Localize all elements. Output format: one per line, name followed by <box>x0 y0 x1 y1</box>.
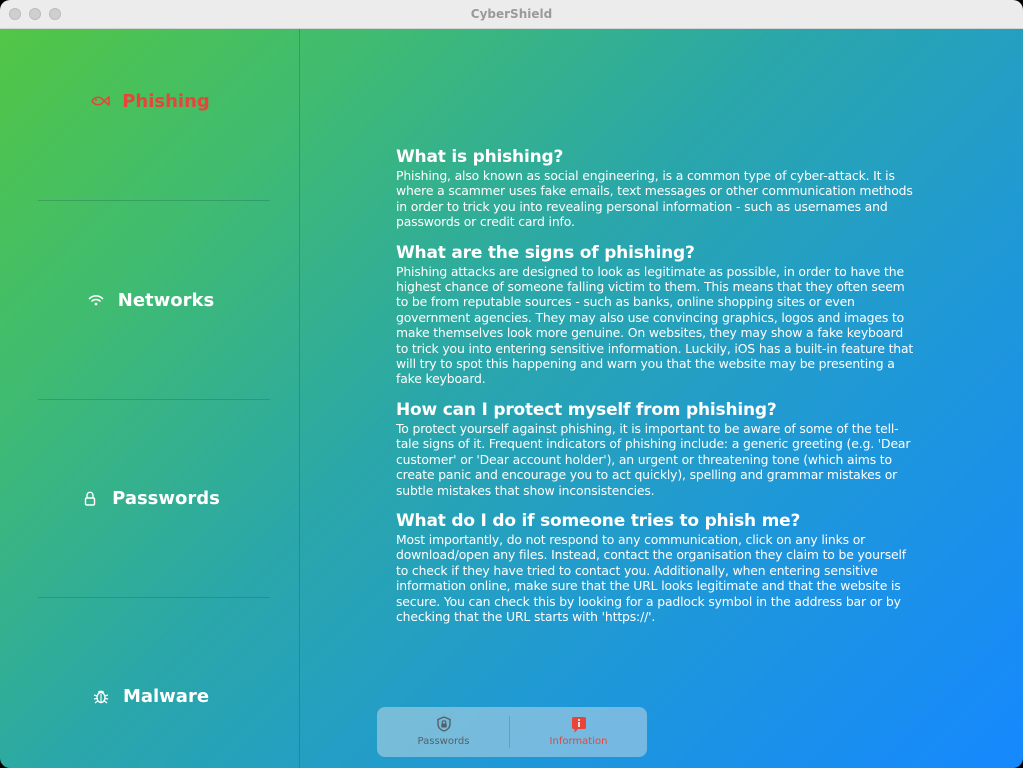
tab-label: Passwords <box>417 736 470 747</box>
tab-bar: Passwords Information <box>377 707 647 757</box>
tab-passwords[interactable]: Passwords <box>377 707 510 757</box>
window-title: CyberShield <box>470 7 553 21</box>
sidebar-item-networks[interactable]: Networks <box>0 280 300 320</box>
title-bar: CyberShield <box>0 0 1023 29</box>
section-body: Most importantly, do not respond to any … <box>396 531 907 624</box>
lock-icon <box>80 488 100 508</box>
sidebar-item-label: Malware <box>122 685 210 707</box>
section-body: Phishing, also known as social engineeri… <box>396 168 913 230</box>
section-heading: What are the signs of phishing? <box>396 242 695 263</box>
sidebar-divider <box>38 200 270 201</box>
section-heading: What is phishing? <box>396 147 564 167</box>
section-heading: What do I do if someone tries to phish m… <box>396 510 801 531</box>
lock-shield-icon <box>377 716 510 732</box>
sidebar-item-passwords[interactable]: Passwords <box>0 478 300 518</box>
phishing-article: What is phishing? Phishing, also known a… <box>396 147 916 637</box>
tab-information[interactable]: Information <box>512 707 645 757</box>
wifi-icon <box>86 290 106 310</box>
sidebar-divider <box>38 399 270 400</box>
sidebar-item-label: Phishing <box>122 90 210 112</box>
sidebar-divider <box>38 597 270 598</box>
app-window: CyberShield Phishing Networks Passwords … <box>0 0 1023 768</box>
main-content: Phishing Networks Passwords Malware What… <box>0 29 1023 768</box>
tab-label: Information <box>549 736 608 747</box>
sidebar-item-label: Networks <box>117 289 215 311</box>
fish-icon <box>90 91 111 111</box>
bug-icon <box>91 686 111 706</box>
info-bubble-icon <box>512 716 645 734</box>
sidebar-item-malware[interactable]: Malware <box>0 676 300 716</box>
section-heading: How can I protect myself from phishing? <box>396 399 777 420</box>
tab-separator <box>509 716 510 748</box>
sidebar: Phishing Networks Passwords Malware <box>0 29 300 768</box>
sidebar-item-label: Passwords <box>112 487 220 509</box>
sidebar-item-phishing[interactable]: Phishing <box>0 81 300 121</box>
section-body: To protect yourself against phishing, it… <box>396 420 911 498</box>
section-body: Phishing attacks are designed to look as… <box>396 263 914 387</box>
